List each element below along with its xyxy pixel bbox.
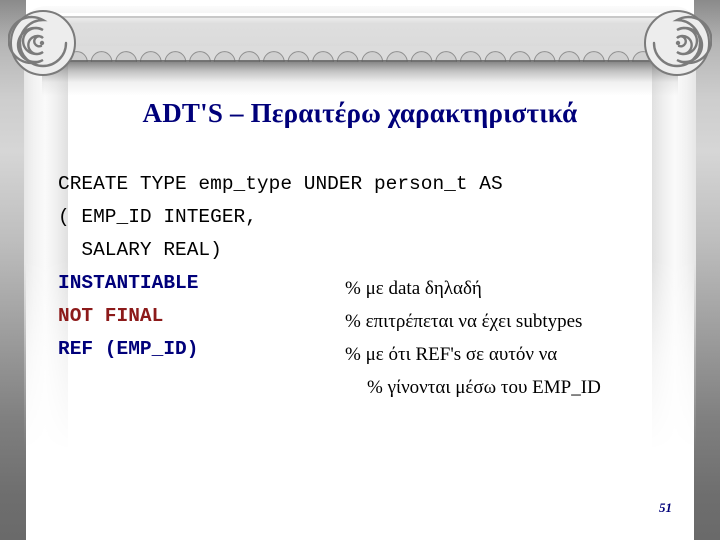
- right-volute-icon: [644, 10, 712, 76]
- entablature-highlight-groove: [46, 13, 674, 16]
- code-line: SALARY REAL): [58, 239, 222, 261]
- comment-line: % με data δηλαδή: [345, 278, 482, 299]
- comment-line: % γίνονται μέσω του EMP_ID: [367, 377, 601, 398]
- code-line: ( EMP_ID INTEGER,: [58, 206, 257, 228]
- comment-line: % επιτρέπεται να έχει subtypes: [345, 311, 583, 332]
- left-volute-icon: [8, 10, 76, 76]
- slide-page-number: 51: [659, 500, 672, 515]
- header-drop-shadow: [42, 60, 678, 96]
- annotation-comment-block: % με data δηλαδή % επιτρέπεται να έχει su…: [345, 272, 601, 404]
- left-edge-gradient-strip: [0, 0, 26, 540]
- presentation-slide: ADT'S – Περαιτέρω χαρακτηριστικά CREATE …: [0, 0, 720, 540]
- code-line: CREATE TYPE emp_type UNDER person_t AS: [58, 173, 503, 195]
- entablature-bar: [22, 6, 698, 58]
- slide-title: ADT'S – Περαιτέρω χαρακτηριστικά: [142, 98, 578, 128]
- dentil-scallop-row: [40, 46, 680, 62]
- comment-line: % με ότι REF's σε αυτόν να: [345, 344, 558, 365]
- entablature-shadow-groove: [46, 16, 674, 18]
- right-edge-gradient-strip: [694, 0, 720, 540]
- right-column-shaft: [652, 52, 696, 452]
